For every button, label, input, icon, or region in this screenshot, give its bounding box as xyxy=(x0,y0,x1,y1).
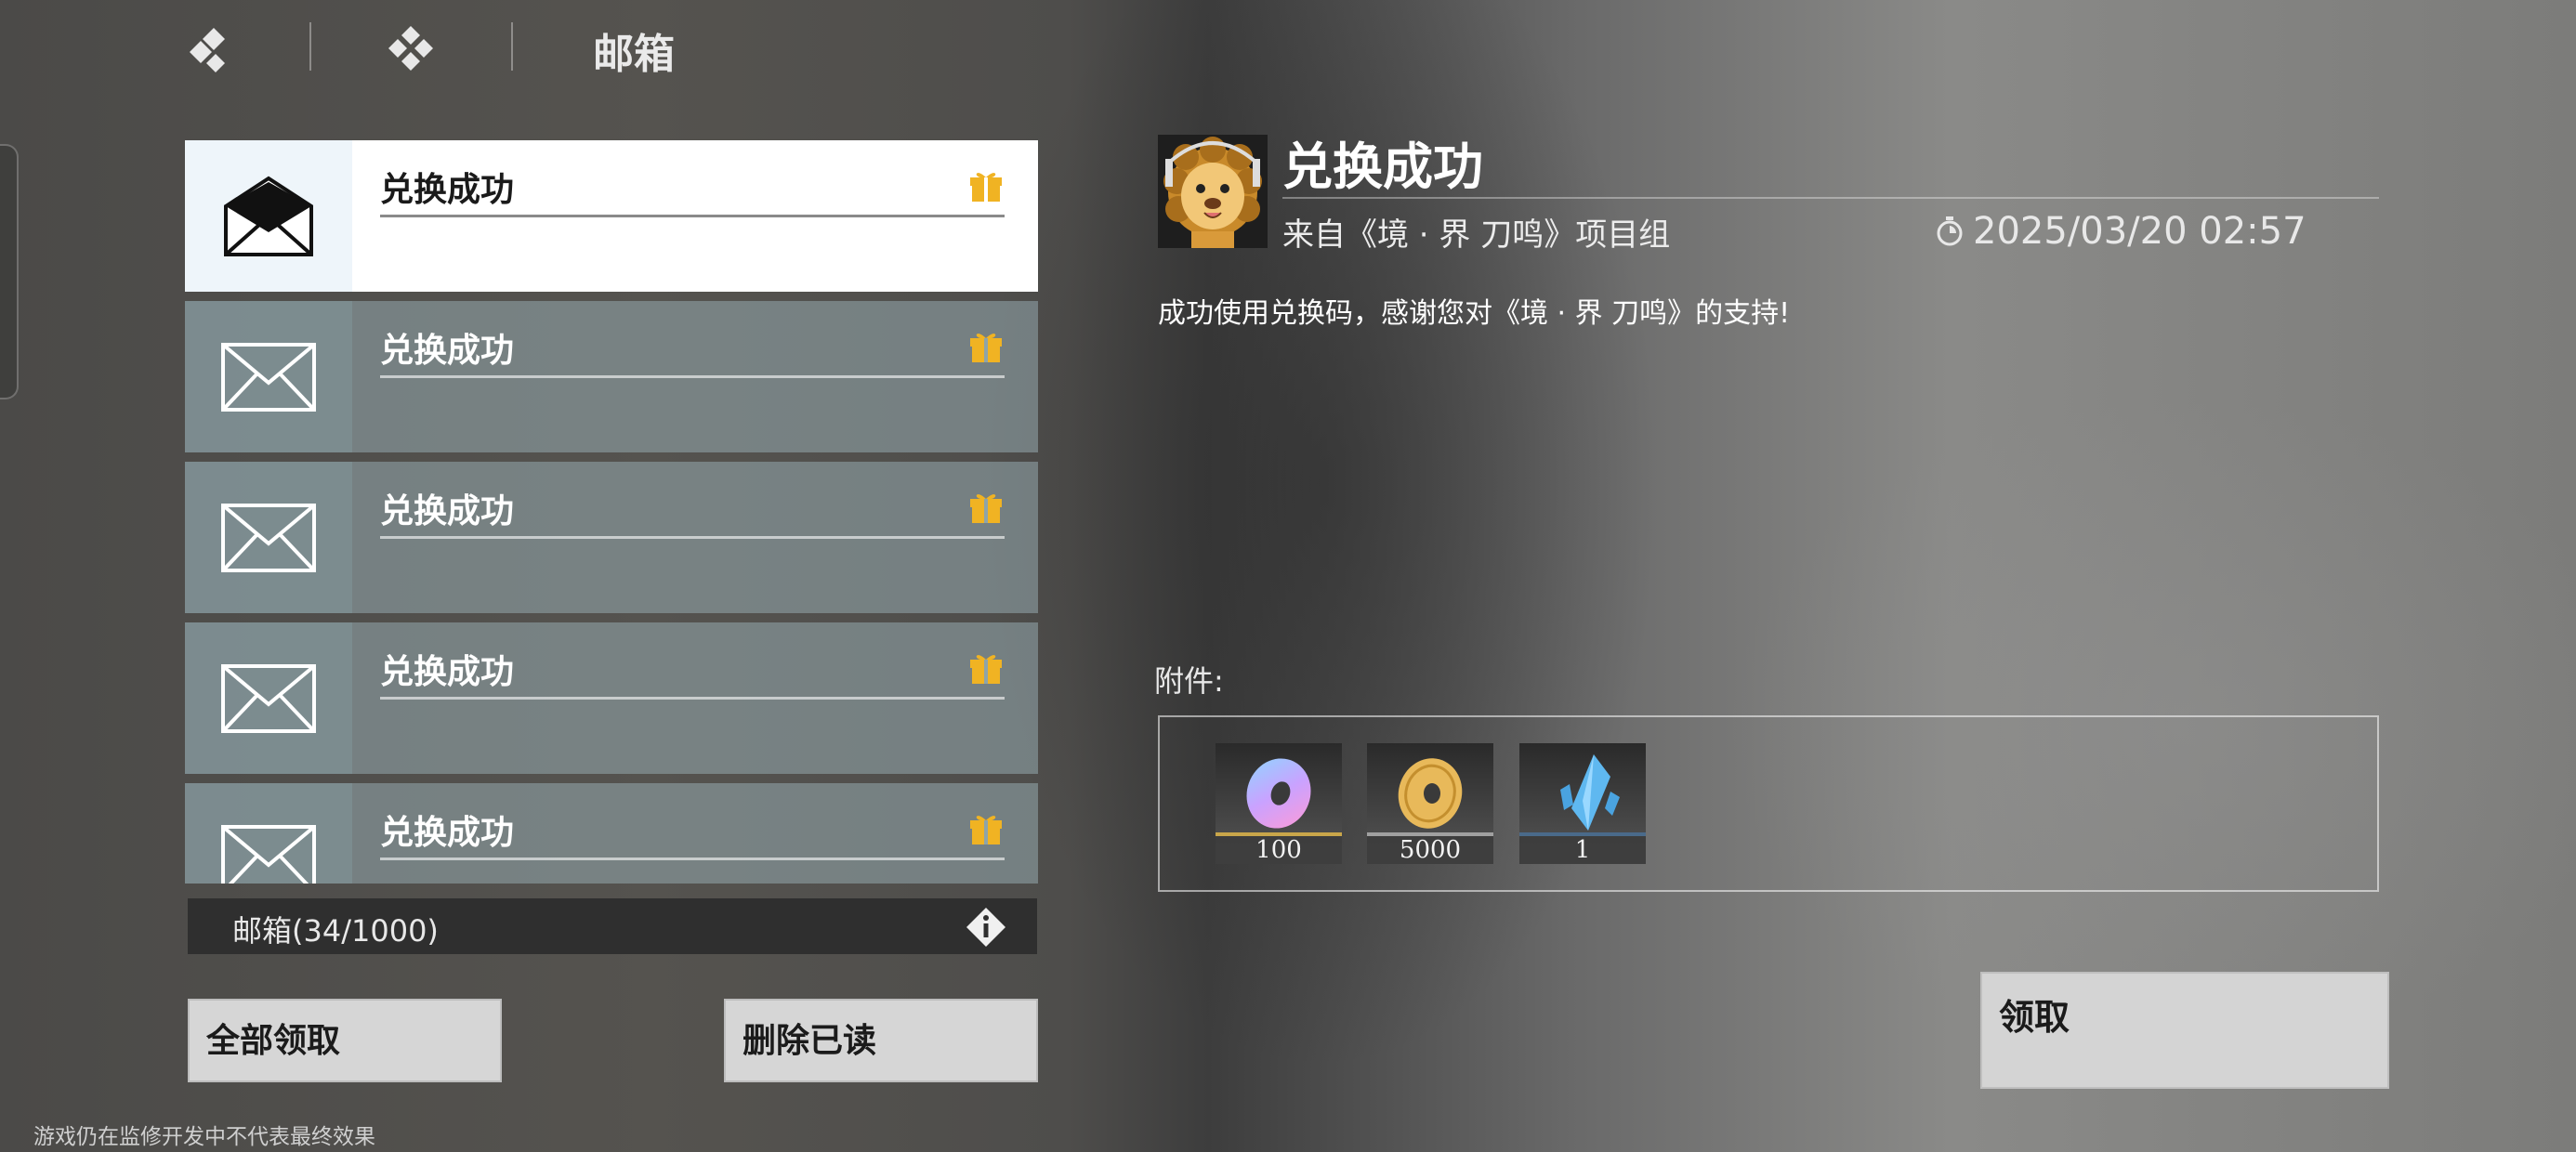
mail-sender: 来自《境 · 界 刀鸣》项目组 xyxy=(1282,216,1671,254)
mail-item-title: 兑换成功 xyxy=(380,332,515,370)
mail-item-title: 兑换成功 xyxy=(380,653,515,691)
attachments-panel: 100 5000 1 xyxy=(1158,715,2379,892)
home-diamond-icon[interactable] xyxy=(383,20,439,76)
divider xyxy=(380,375,1005,378)
nav-separator xyxy=(309,22,311,71)
delete-read-label: 删除已读 xyxy=(743,1021,877,1060)
gift-icon xyxy=(970,173,1002,202)
divider xyxy=(380,697,1005,700)
envelope-open-icon xyxy=(185,140,352,292)
envelope-icon xyxy=(185,462,352,613)
mail-time-text: 2025/03/20 02:57 xyxy=(1973,210,2307,253)
side-drawer-handle[interactable] xyxy=(0,144,19,399)
nav-separator xyxy=(511,22,513,71)
mail-body: 成功使用兑换码，感谢您对《境 · 界 刀鸣》的支持! xyxy=(1158,297,1791,330)
mail-item-title: 兑换成功 xyxy=(380,171,515,209)
claim-button[interactable]: 领取 xyxy=(1980,972,2389,1089)
mail-list[interactable]: 兑换成功 兑换成功 兑换成功 兑换成功 兑换成功 xyxy=(185,140,1038,884)
divider xyxy=(380,215,1005,217)
mail-item[interactable]: 兑换成功 xyxy=(185,622,1038,774)
mail-time: 2025/03/20 02:57 xyxy=(1936,210,2307,253)
mail-item[interactable]: 兑换成功 xyxy=(185,140,1038,292)
delete-read-button[interactable]: 删除已读 xyxy=(724,999,1038,1082)
divider xyxy=(380,536,1005,539)
gift-icon xyxy=(970,655,1002,684)
blue-crystal-item-icon[interactable]: 1 xyxy=(1519,743,1646,864)
mailbox-status-bar: 邮箱(34/1000) xyxy=(188,898,1037,954)
mail-item[interactable]: 兑换成功 xyxy=(185,783,1038,884)
item-quantity: 1 xyxy=(1519,836,1646,864)
item-quantity: 5000 xyxy=(1367,836,1493,864)
divider xyxy=(380,857,1005,860)
claim-all-button[interactable]: 全部领取 xyxy=(188,999,502,1082)
gold-coin-item-icon[interactable]: 5000 xyxy=(1367,743,1493,864)
sender-avatar xyxy=(1158,135,1268,248)
mail-item-title: 兑换成功 xyxy=(380,492,515,530)
envelope-icon xyxy=(185,783,352,884)
gift-icon xyxy=(970,816,1002,844)
mail-item[interactable]: 兑换成功 xyxy=(185,301,1038,452)
attachments-label: 附件: xyxy=(1154,663,1224,699)
mail-detail-title: 兑换成功 xyxy=(1282,137,1483,196)
mail-item-title: 兑换成功 xyxy=(380,814,515,852)
claim-all-label: 全部领取 xyxy=(206,1021,341,1060)
purple-ring-item-icon[interactable]: 100 xyxy=(1216,743,1342,864)
envelope-icon xyxy=(185,301,352,452)
dev-disclaimer: 游戏仍在监修开发中不代表最终效果 xyxy=(33,1125,375,1149)
claim-label: 领取 xyxy=(1999,996,2070,1038)
page-title: 邮箱 xyxy=(593,31,675,78)
mail-item[interactable]: 兑换成功 xyxy=(185,462,1038,613)
back-diamond-icon[interactable] xyxy=(186,20,242,76)
envelope-icon xyxy=(185,622,352,774)
item-quantity: 100 xyxy=(1216,836,1342,864)
info-icon[interactable] xyxy=(965,906,1007,949)
timer-icon xyxy=(1937,216,1963,246)
gift-icon xyxy=(970,334,1002,362)
divider xyxy=(1282,197,2379,199)
gift-icon xyxy=(970,494,1002,523)
mailbox-count: 邮箱(34/1000) xyxy=(232,913,439,949)
